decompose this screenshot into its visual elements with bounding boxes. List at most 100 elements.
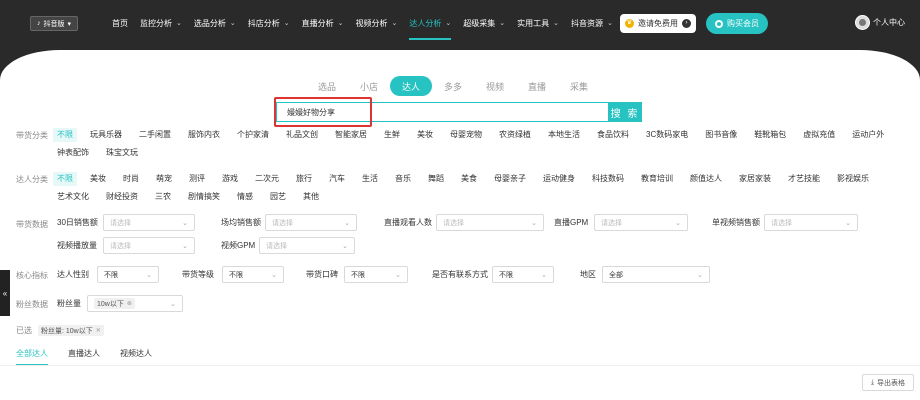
talent-category-option[interactable]: 音乐: [395, 172, 411, 186]
talent-category-option[interactable]: 影视娱乐: [837, 172, 869, 186]
nav-item[interactable]: 视频分析 ⌄: [356, 0, 398, 46]
live-gpm-select[interactable]: 请选择 ⌄: [594, 214, 688, 231]
search-type-tab[interactable]: 达人: [390, 76, 432, 96]
talent-category-option[interactable]: 三农: [155, 190, 171, 204]
talent-category-option[interactable]: 家居家装: [739, 172, 771, 186]
avg-sales-select[interactable]: 请选择 ⌄: [265, 214, 357, 231]
invite-button[interactable]: ♛ 邀请免费用 ›: [620, 14, 696, 33]
talent-category-option[interactable]: 生活: [362, 172, 378, 186]
contact-filter: 是否有联系方式 不限 ⌄: [432, 266, 554, 283]
talent-category-option[interactable]: 游戏: [222, 172, 238, 186]
search-type-tab[interactable]: 小店: [348, 76, 390, 96]
talent-category-option[interactable]: 不限: [53, 172, 77, 186]
category-option[interactable]: 鞋靴箱包: [754, 128, 786, 142]
region-select[interactable]: 全部 ⌄: [602, 266, 710, 283]
nav-item[interactable]: 抖音资源 ⌄: [571, 0, 613, 46]
fans-select[interactable]: 10w以下 ⊗ ⌄: [87, 295, 183, 312]
search-input[interactable]: 嫚嫚好物分享: [276, 102, 608, 122]
buy-member-button[interactable]: 购买会员: [706, 13, 768, 34]
talent-category-option[interactable]: 旅行: [296, 172, 312, 186]
close-icon[interactable]: ⊗: [127, 300, 132, 307]
nav-item[interactable]: 直播分析 ⌄: [302, 0, 344, 46]
category-option[interactable]: 母婴宠物: [450, 128, 482, 142]
talent-type-tab[interactable]: 直播达人: [68, 348, 100, 366]
chevron-down-icon: ⌄: [182, 219, 188, 227]
category-option[interactable]: 礼品文创: [286, 128, 318, 142]
category-option[interactable]: 本地生活: [548, 128, 580, 142]
nav-item-label: 直播分析: [301, 18, 334, 28]
talent-category-option[interactable]: 园艺: [270, 190, 286, 204]
nav-item-label: 抖音资源: [571, 18, 603, 28]
talent-category-option[interactable]: 舞蹈: [428, 172, 444, 186]
category-option[interactable]: 二手闲置: [139, 128, 171, 142]
category-option[interactable]: 个护家清: [237, 128, 269, 142]
live-viewers-filter: 直播观看人数 请选择 ⌄: [384, 214, 544, 231]
reputation-select[interactable]: 不限 ⌄: [344, 266, 408, 283]
talent-category-option[interactable]: 美食: [461, 172, 477, 186]
video-gpm-select[interactable]: 请选择 ⌄: [259, 237, 355, 254]
category-option[interactable]: 农资绿植: [499, 128, 531, 142]
talent-category-option[interactable]: 财经投资: [106, 190, 138, 204]
talent-category-option[interactable]: 其他: [303, 190, 319, 204]
talent-category-option[interactable]: 时尚: [123, 172, 139, 186]
search-type-tab[interactable]: 视频: [474, 76, 516, 96]
category-option[interactable]: 智能家居: [335, 128, 367, 142]
category-option[interactable]: 图书音像: [705, 128, 737, 142]
nav-item[interactable]: 超级采集 ⌄: [463, 0, 505, 46]
contact-select[interactable]: 不限 ⌄: [492, 266, 554, 283]
nav-item[interactable]: 实用工具 ⌄: [517, 0, 559, 46]
category-option[interactable]: 不限: [53, 128, 77, 142]
export-button[interactable]: ⤓ 导出表格: [862, 374, 914, 391]
talent-category-option[interactable]: 才艺技能: [788, 172, 820, 186]
talent-category-option[interactable]: 情感: [237, 190, 253, 204]
nav-item[interactable]: 选品分析 ⌄: [194, 0, 236, 46]
talent-type-tabs: 全部达人 直播达人 视频达人: [16, 348, 152, 366]
download-icon: ⤓: [870, 378, 875, 386]
talent-category-option[interactable]: 美妆: [90, 172, 106, 186]
sales-level-select[interactable]: 不限 ⌄: [222, 266, 284, 283]
talent-category-option[interactable]: 汽车: [329, 172, 345, 186]
nav-item[interactable]: 抖店分析 ⌄: [248, 0, 290, 46]
search-type-tab[interactable]: 多多: [432, 76, 474, 96]
talent-category-option[interactable]: 教育培训: [641, 172, 673, 186]
category-option[interactable]: 服饰内衣: [188, 128, 220, 142]
talent-category-option[interactable]: 艺术文化: [57, 190, 89, 204]
platform-switch[interactable]: ♪ 抖音版 ▾: [30, 16, 79, 31]
category-option[interactable]: 珠宝文玩: [106, 146, 138, 160]
category-option[interactable]: 食品饮料: [597, 128, 629, 142]
sales-30d-select[interactable]: 请选择 ⌄: [103, 214, 195, 231]
nav-item[interactable]: 首页: [112, 0, 128, 46]
talent-category-option[interactable]: 母婴亲子: [494, 172, 526, 186]
category-option[interactable]: 钟表配饰: [57, 146, 89, 160]
nav-item[interactable]: 达人分析 ⌄: [409, 0, 451, 46]
search-type-tab[interactable]: 选品: [306, 76, 348, 96]
talent-type-tab[interactable]: 视频达人: [120, 348, 152, 366]
category-option[interactable]: 玩具乐器: [90, 128, 122, 142]
category-option[interactable]: 虚拟充值: [803, 128, 835, 142]
core-metrics-label: 核心指标: [16, 271, 48, 280]
gender-select[interactable]: 不限 ⌄: [97, 266, 159, 283]
talent-category-option[interactable]: 科技数码: [592, 172, 624, 186]
category-option[interactable]: 美妆: [417, 128, 433, 142]
region-label: 地区: [580, 270, 596, 279]
talent-type-tab[interactable]: 全部达人: [16, 348, 48, 366]
live-viewers-select[interactable]: 请选择 ⌄: [436, 214, 544, 231]
search-type-tab[interactable]: 采集: [558, 76, 600, 96]
category-option[interactable]: 运动户外: [852, 128, 884, 142]
category-option[interactable]: 生鲜: [384, 128, 400, 142]
talent-category-option[interactable]: 萌宠: [156, 172, 172, 186]
video-sales-select[interactable]: 请选择 ⌄: [764, 214, 858, 231]
talent-category-option[interactable]: 运动健身: [543, 172, 575, 186]
nav-item[interactable]: 监控分析 ⌄: [140, 0, 182, 46]
category-option[interactable]: 3C数码家电: [646, 128, 688, 142]
search-type-tab[interactable]: 直播: [516, 76, 558, 96]
talent-category-option[interactable]: 测评: [189, 172, 205, 186]
user-center[interactable]: 个人中心: [855, 15, 905, 30]
video-plays-select[interactable]: 请选择 ⌄: [103, 237, 195, 254]
talent-category-option[interactable]: 二次元: [255, 172, 279, 186]
talent-category-option[interactable]: 剧情搞笑: [188, 190, 220, 204]
close-icon[interactable]: ✕: [96, 327, 101, 334]
search-button[interactable]: 搜 索: [608, 102, 642, 122]
collapse-toggle[interactable]: «: [0, 270, 10, 316]
talent-category-option[interactable]: 颜值达人: [690, 172, 722, 186]
